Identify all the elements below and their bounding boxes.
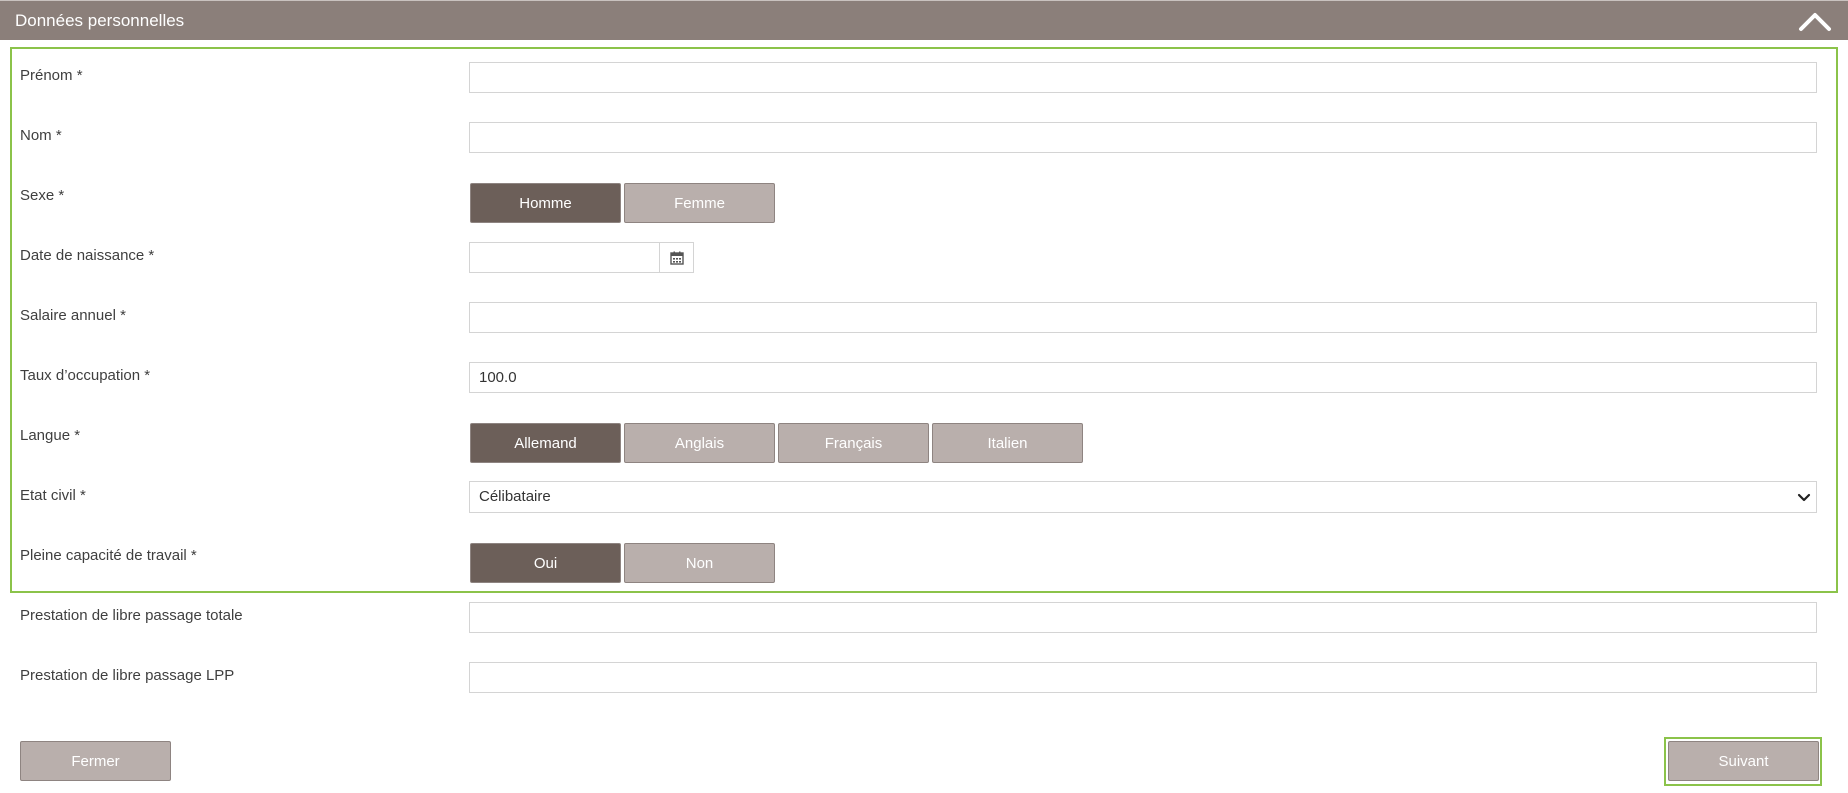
work-capacity-label: Pleine capacité de travail * <box>20 547 197 564</box>
language-option-allemand[interactable]: Allemand <box>470 423 621 463</box>
total-vested-benefit-input[interactable] <box>469 602 1817 633</box>
civil-status-select[interactable]: Célibataire <box>469 481 1817 513</box>
work-capacity-option-oui[interactable]: Oui <box>470 543 621 583</box>
chevron-down-icon <box>1797 493 1811 502</box>
language-option-anglais[interactable]: Anglais <box>624 423 775 463</box>
civil-status-value: Célibataire <box>479 488 551 505</box>
lpp-vested-benefit-label: Prestation de libre passage LPP <box>20 667 235 684</box>
last-name-input[interactable] <box>469 122 1817 153</box>
first-name-input[interactable] <box>469 62 1817 93</box>
section-title: Données personnelles <box>15 11 185 30</box>
sex-option-femme[interactable]: Femme <box>624 183 775 223</box>
sex-option-homme[interactable]: Homme <box>470 183 621 223</box>
date-picker-button[interactable] <box>659 242 694 273</box>
language-label: Langue * <box>20 427 81 444</box>
first-name-label: Prénom * <box>20 67 83 84</box>
calendar-icon <box>669 251 684 265</box>
sex-label: Sexe * <box>20 187 65 204</box>
annual-salary-label: Salaire annuel * <box>20 307 126 324</box>
annual-salary-input[interactable] <box>469 302 1817 333</box>
last-name-label: Nom * <box>20 127 62 144</box>
civil-status-label: Etat civil * <box>20 487 86 504</box>
language-option-italien[interactable]: Italien <box>932 423 1083 463</box>
total-vested-benefit-label: Prestation de libre passage totale <box>20 607 243 624</box>
occupation-rate-label: Taux d’occupation * <box>20 367 151 384</box>
lpp-vested-benefit-input[interactable] <box>469 662 1817 693</box>
close-button[interactable]: Fermer <box>20 741 171 781</box>
next-button[interactable]: Suivant <box>1668 741 1819 781</box>
occupation-rate-input[interactable] <box>469 362 1817 393</box>
collapse-button[interactable] <box>1796 5 1834 37</box>
chevron-up-icon <box>1799 13 1831 31</box>
language-option-francais[interactable]: Français <box>778 423 929 463</box>
birth-date-label: Date de naissance * <box>20 247 155 264</box>
birth-date-input[interactable] <box>469 242 660 273</box>
section-header: Données personnelles <box>0 0 1848 40</box>
work-capacity-option-non[interactable]: Non <box>624 543 775 583</box>
